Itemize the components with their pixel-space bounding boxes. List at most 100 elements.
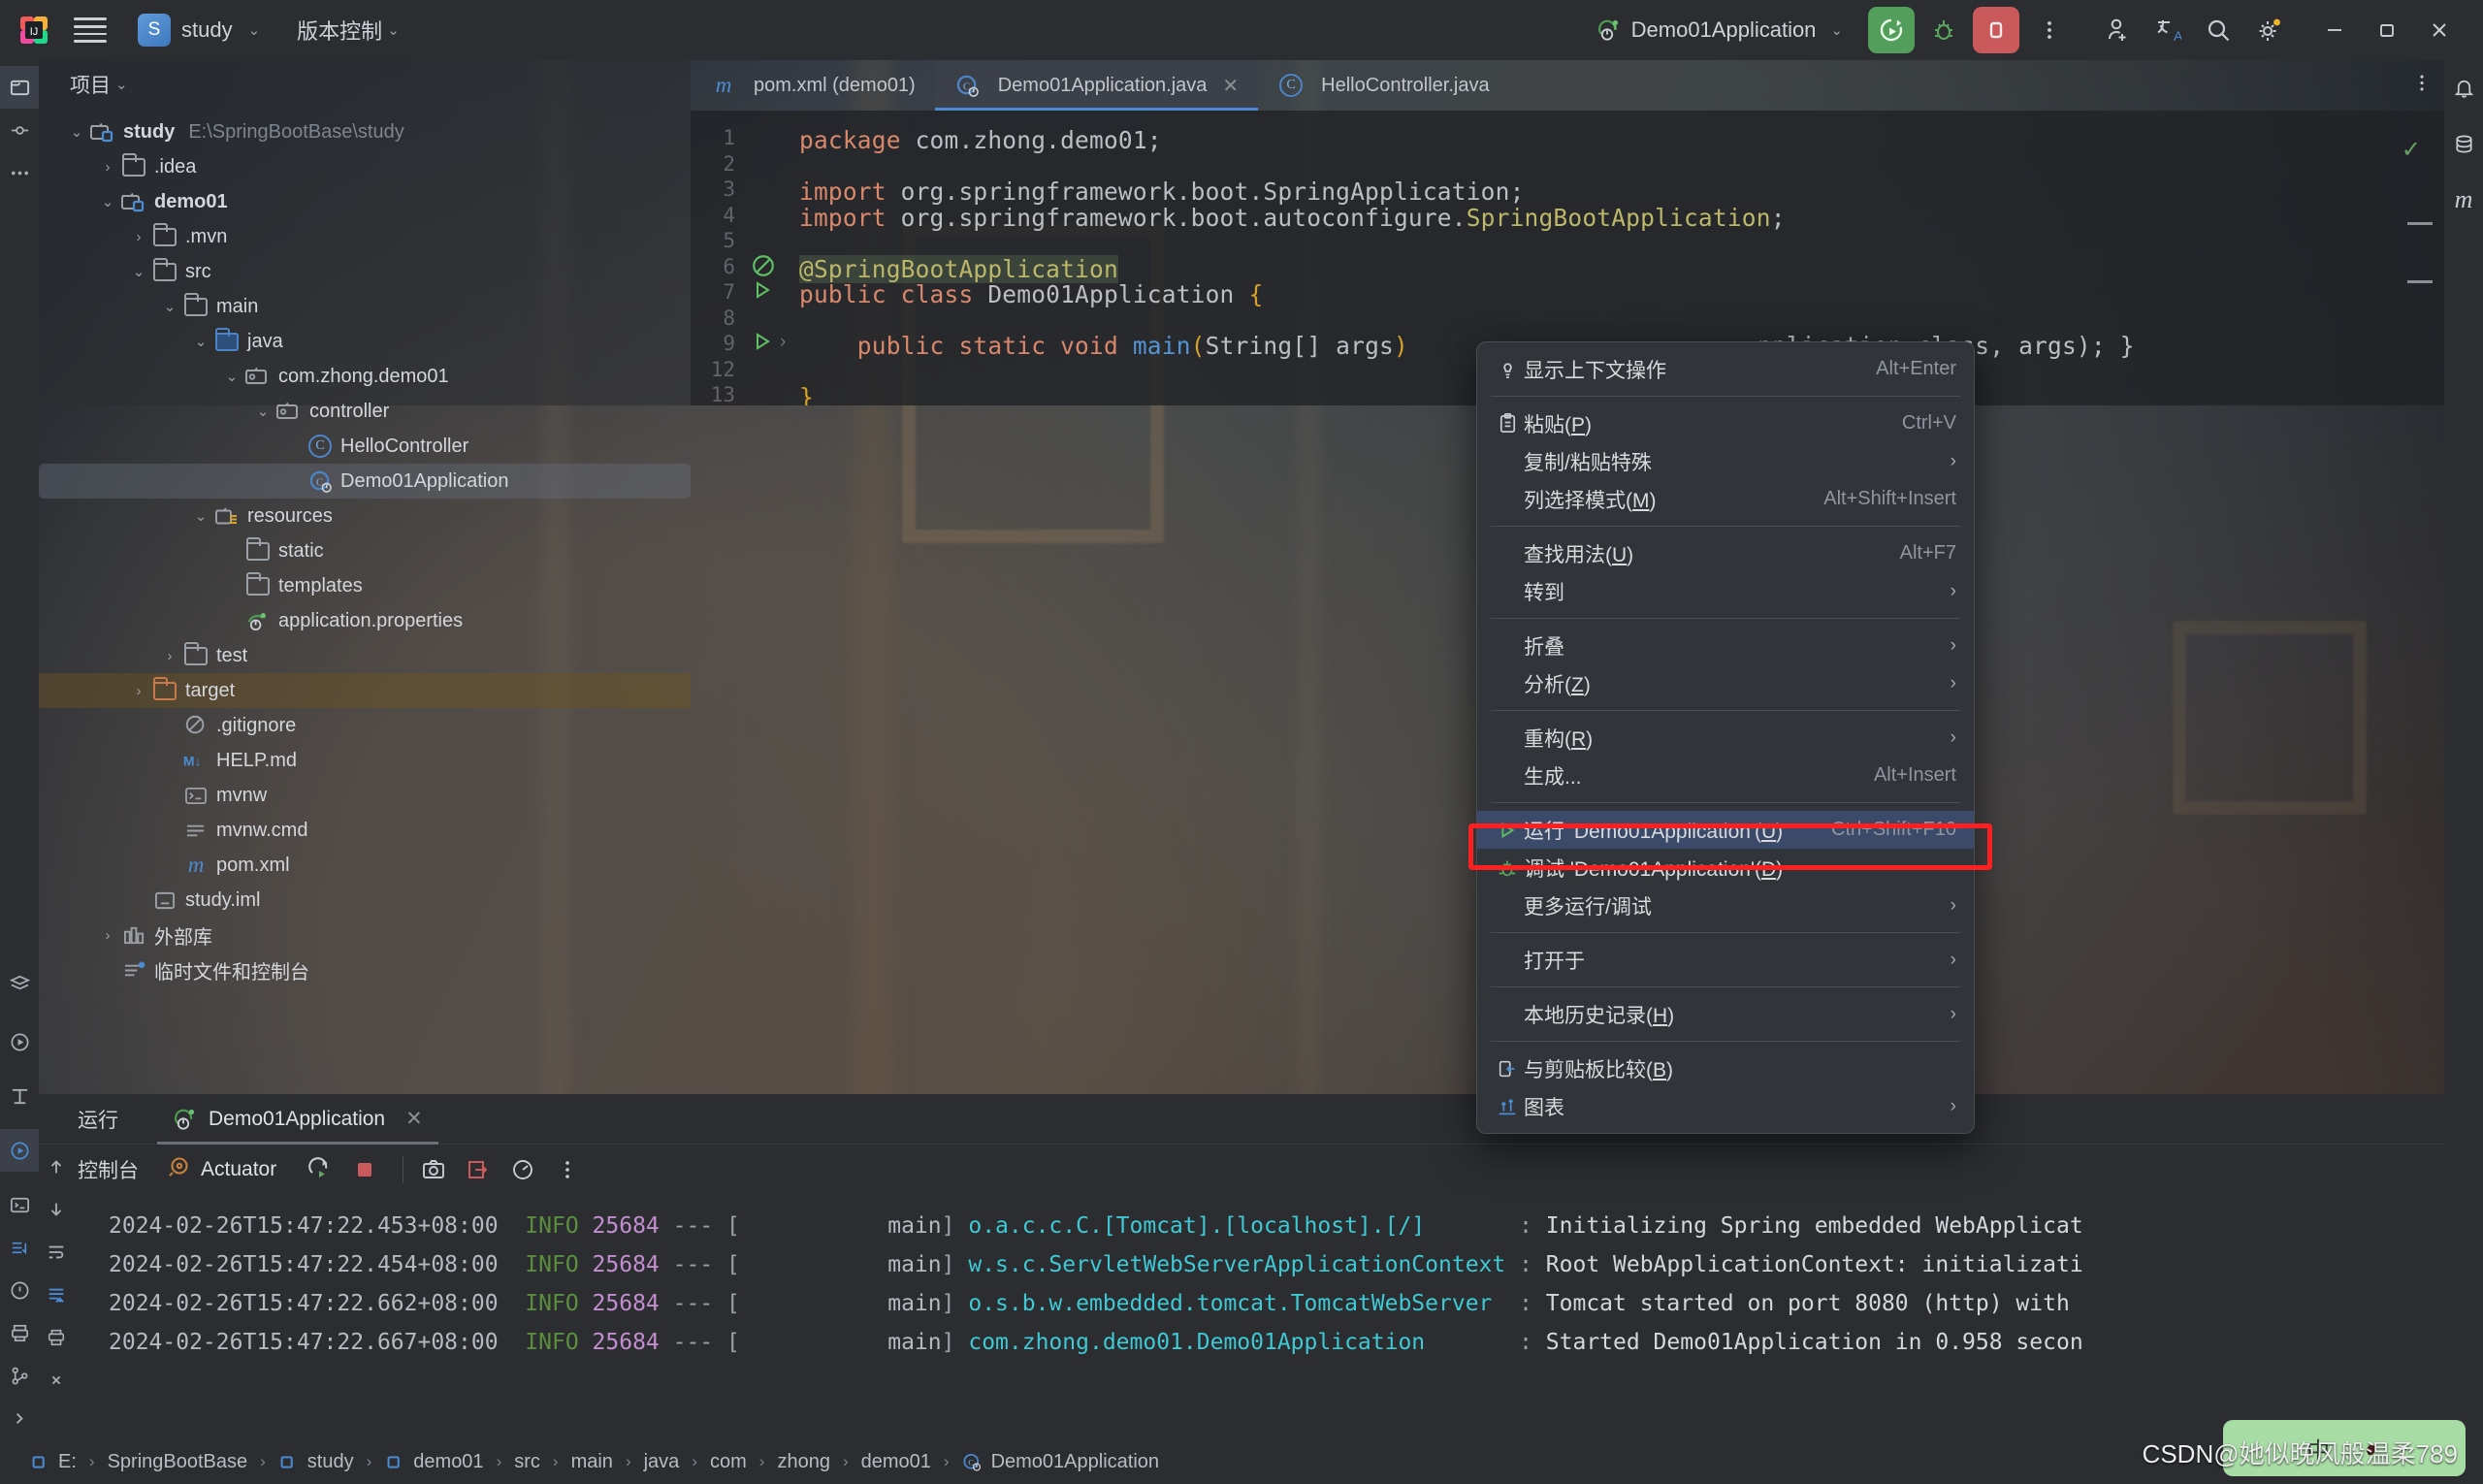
- editor-tabs-more-icon[interactable]: [2411, 73, 2433, 99]
- menu-item-demo01applicationu[interactable]: 运行 'Demo01Application'(U) Ctrl+Shift+F10: [1477, 811, 1974, 849]
- no-problems-check-icon[interactable]: ✓: [2402, 136, 2421, 164]
- clear-all-icon[interactable]: [40, 1364, 73, 1397]
- chevron-right-icon[interactable]: ›: [95, 922, 120, 948]
- project-pane-header[interactable]: 项目 ⌄: [39, 60, 691, 109]
- gear-icon[interactable]: [2248, 10, 2289, 50]
- chevron-right-icon[interactable]: ›: [126, 678, 151, 703]
- project-selector[interactable]: S study ⌄: [130, 10, 268, 50]
- maven-icon[interactable]: m: [2444, 178, 2483, 221]
- chevron-down-icon[interactable]: ⌄: [157, 294, 182, 319]
- chevron-down-icon[interactable]: ⌄: [250, 399, 275, 424]
- chevron-down-icon[interactable]: ⌄: [95, 189, 120, 214]
- version-control-widget[interactable]: 版本控制 ⌄: [297, 15, 400, 46]
- menu-item-[interactable]: 图表 ›: [1477, 1087, 1974, 1125]
- tree-node-target[interactable]: › target: [39, 673, 691, 708]
- tree-node-resources[interactable]: ⌄ resources: [39, 499, 691, 533]
- sidebar-item-debug[interactable]: [0, 1129, 39, 1172]
- menu-item-[interactable]: 复制/粘贴特殊 ›: [1477, 442, 1974, 480]
- database-icon[interactable]: [2444, 122, 2483, 165]
- breadcrumb-item-java[interactable]: java: [640, 1451, 684, 1473]
- tree-node-demo01[interactable]: ⌄ demo01: [39, 184, 691, 219]
- run-configuration-selector[interactable]: Demo01Application ⌄: [1587, 12, 1853, 48]
- chevron-right-icon[interactable]: ›: [126, 224, 151, 249]
- breadcrumb-item-demo01[interactable]: demo01: [380, 1449, 487, 1474]
- run-tab-demo01application[interactable]: Demo01Application ✕: [157, 1094, 438, 1145]
- search-icon[interactable]: [2198, 10, 2239, 50]
- tree-node-help.md[interactable]: M↓ HELP.md: [39, 743, 691, 778]
- breadcrumb-item-com[interactable]: com: [706, 1451, 751, 1473]
- menu-item-[interactable]: 折叠 ›: [1477, 627, 1974, 664]
- tree-node-study[interactable]: ⌄ study E:\SpringBootBase\study: [39, 114, 691, 149]
- sidebar-item-commit[interactable]: [0, 109, 39, 151]
- chevron-right-icon[interactable]: ›: [95, 154, 120, 179]
- breadcrumb-item-src[interactable]: src: [510, 1451, 544, 1473]
- tree-node-.idea[interactable]: › .idea: [39, 149, 691, 184]
- sidebar-item-terminal[interactable]: [0, 1183, 39, 1226]
- maximize-button[interactable]: [2361, 4, 2413, 56]
- menu-item-p[interactable]: 粘贴(P) Ctrl+V: [1477, 404, 1974, 442]
- tree-node-.gitignore[interactable]: .gitignore: [39, 708, 691, 743]
- tree-node-mvnw[interactable]: mvnw: [39, 778, 691, 813]
- actuator-tab[interactable]: Actuator: [166, 1154, 276, 1185]
- sidebar-item-services[interactable]: [0, 962, 39, 1005]
- menu-item-[interactable]: 显示上下文操作 Alt+Enter: [1477, 350, 1974, 388]
- close-icon[interactable]: ✕: [405, 1107, 423, 1131]
- sidebar-item-more-tool-windows[interactable]: [0, 151, 39, 194]
- scroll-down-icon[interactable]: [40, 1193, 73, 1226]
- breadcrumb-item-zhong[interactable]: zhong: [773, 1451, 834, 1473]
- menu-item-m[interactable]: 列选择模式(M) Alt+Shift+Insert: [1477, 480, 1974, 518]
- run-button[interactable]: [1868, 7, 1915, 53]
- tree-node-com.zhong.demo01[interactable]: ⌄ com.zhong.demo01: [39, 359, 691, 394]
- tree-node-application.properties[interactable]: application.properties: [39, 603, 691, 638]
- more-vertical-icon[interactable]: [549, 1151, 586, 1188]
- editor-tab-pom-xml--demo01-[interactable]: m pom.xml (demo01): [691, 60, 935, 111]
- main-menu-icon[interactable]: [74, 17, 107, 43]
- tree-node----[interactable]: › 外部库: [39, 918, 691, 952]
- sidebar-item-git[interactable]: [0, 1354, 39, 1397]
- menu-item-b[interactable]: 与剪贴板比较(B): [1477, 1049, 1974, 1087]
- sidebar-item-structure[interactable]: [0, 1075, 39, 1117]
- print-icon[interactable]: [40, 1321, 73, 1354]
- thread-dump-icon[interactable]: [460, 1151, 497, 1188]
- debug-button[interactable]: [1920, 7, 1967, 53]
- menu-item-[interactable]: 转到 ›: [1477, 572, 1974, 610]
- breadcrumb-item-springbootbase[interactable]: SpringBootBase: [104, 1451, 252, 1473]
- stop-button[interactable]: [1973, 7, 2019, 53]
- editor-context-menu[interactable]: 显示上下文操作 Alt+Enter 粘贴(P) Ctrl+V 复制/粘贴特殊 › 列选择模式…: [1476, 341, 1975, 1134]
- breadcrumb-item-e[interactable]: E:: [25, 1449, 81, 1474]
- menu-item-h[interactable]: 本地历史记录(H) ›: [1477, 995, 1974, 1033]
- tree-node-study.iml[interactable]: study.iml: [39, 883, 691, 918]
- chevron-right-icon[interactable]: ›: [157, 643, 182, 668]
- stop-square-icon[interactable]: [346, 1151, 383, 1188]
- profiler-gauge-icon[interactable]: [504, 1151, 541, 1188]
- camera-icon[interactable]: [415, 1151, 452, 1188]
- scroll-to-end-icon[interactable]: [40, 1278, 73, 1311]
- tree-node-pom.xml[interactable]: m pom.xml: [39, 848, 691, 883]
- menu-item-demo01applicationd[interactable]: 调试 'Demo01Application'(D): [1477, 849, 1974, 887]
- tree-node-demo01application[interactable]: C Demo01Application: [39, 464, 691, 499]
- minimize-button[interactable]: [2308, 4, 2361, 56]
- sidebar-item-problems[interactable]: [0, 1269, 39, 1311]
- sidebar-item-print[interactable]: [0, 1311, 39, 1354]
- tree-node-src[interactable]: ⌄ src: [39, 254, 691, 289]
- chevron-down-icon[interactable]: ⌄: [188, 329, 213, 354]
- scroll-up-icon[interactable]: [40, 1150, 73, 1183]
- chevron-down-icon[interactable]: ⌄: [64, 119, 89, 145]
- chevron-down-icon[interactable]: ⌄: [219, 364, 244, 389]
- menu-item-r[interactable]: 重构(R) ›: [1477, 719, 1974, 757]
- tree-node-controller[interactable]: ⌄ controller: [39, 394, 691, 429]
- tree-node-hellocontroller[interactable]: C HelloController: [39, 429, 691, 464]
- tree-node-test[interactable]: › test: [39, 638, 691, 673]
- editor-tab-hellocontroller-java[interactable]: C HelloController.java: [1258, 60, 1508, 111]
- tree-node-static[interactable]: static: [39, 533, 691, 568]
- rerun-icon[interactable]: [302, 1151, 339, 1188]
- tree-node-main[interactable]: ⌄ main: [39, 289, 691, 324]
- close-button[interactable]: [2413, 4, 2466, 56]
- menu-item-[interactable]: 生成... Alt+Insert: [1477, 757, 1974, 794]
- menu-item-u[interactable]: 查找用法(U) Alt+F7: [1477, 534, 1974, 572]
- tree-node---------[interactable]: 临时文件和控制台: [39, 952, 691, 987]
- tree-node-templates[interactable]: templates: [39, 568, 691, 603]
- chevron-down-icon[interactable]: ⌄: [126, 259, 151, 284]
- translate-icon[interactable]: A: [2147, 10, 2188, 50]
- sidebar-item-build[interactable]: [0, 1226, 39, 1269]
